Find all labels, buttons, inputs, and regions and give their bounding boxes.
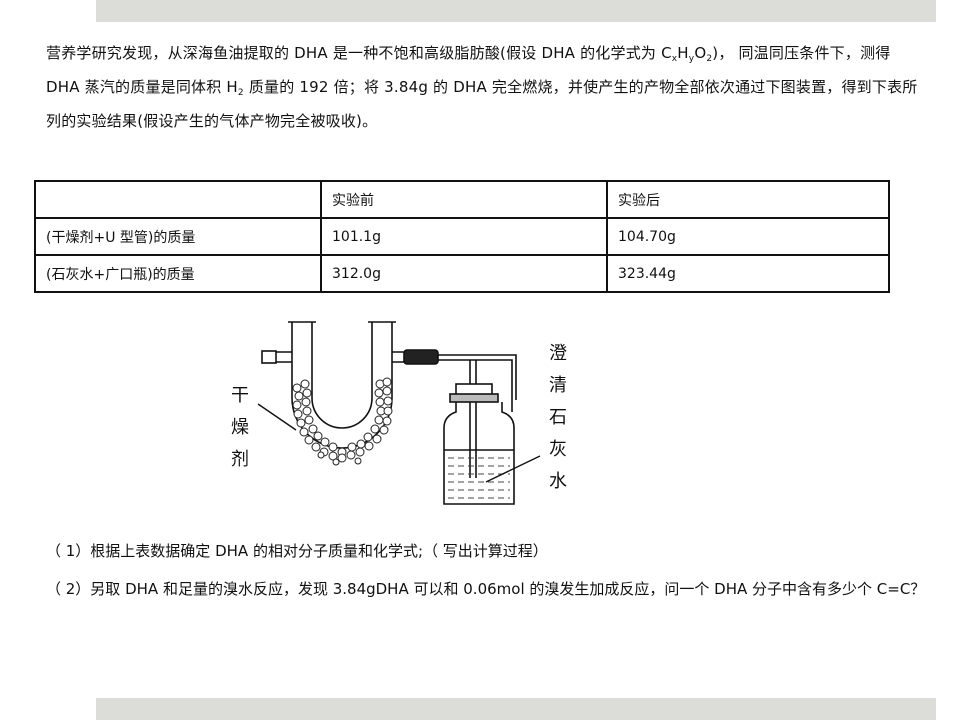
table-row: (干燥剂+U 型管)的质量 101.1g 104.70g (34, 217, 890, 256)
question-1: （ 1）根据上表数据确定 DHA 的相对分子质量和化学式;（ 写出计算过程） (46, 542, 548, 560)
intro-text-1: 营养学研究发现，从深海鱼油提取的 DHA 是一种不饱和高级脂肪酸(假设 DHA … (46, 44, 672, 62)
desiccant-label-char: 干 (231, 385, 249, 406)
gas-washing-bottle (443, 383, 515, 505)
bottom-decorative-bar (96, 698, 936, 720)
u-tube-outer-wall (291, 322, 393, 449)
u-tube-inner-wall (311, 322, 373, 429)
limewater-pointer-line (485, 455, 541, 483)
problem-intro: 营养学研究发现，从深海鱼油提取的 DHA 是一种不饱和高级脂肪酸(假设 DHA … (46, 36, 926, 138)
table-cell: (石灰水+广口瓶)的质量 (34, 254, 322, 293)
bottle-stopper (449, 393, 499, 403)
left-stopper (261, 350, 277, 364)
limewater-label-char: 水 (549, 471, 567, 492)
results-table: 实验前 实验后 (干燥剂+U 型管)的质量 101.1g 104.70g (石灰… (34, 180, 890, 293)
question-2: （ 2）另取 DHA 和足量的溴水反应，发现 3.84gDHA 可以和 0.06… (46, 580, 926, 598)
desiccant-label-char: 燥 (231, 417, 249, 438)
u-tube-side-arms (261, 349, 517, 478)
desiccant-granules (292, 377, 393, 466)
limewater-liquid (448, 457, 510, 499)
desiccant-label-char: 剂 (231, 449, 249, 470)
table-header-cell (34, 180, 322, 219)
table-cell: (干燥剂+U 型管)的质量 (34, 217, 322, 256)
formula-o: O (694, 44, 707, 62)
desiccant-label: 干 燥 剂 (228, 380, 252, 476)
delivery-tube (438, 354, 517, 400)
rubber-connector (403, 349, 439, 365)
bottle-stopper-cap (455, 383, 493, 397)
limewater-label-char: 澄 (549, 343, 567, 364)
top-decorative-bar (96, 0, 936, 22)
bottle-body (443, 402, 515, 505)
table-header-row: 实验前 实验后 (34, 180, 890, 219)
table-header-cell: 实验后 (606, 180, 890, 219)
limewater-label: 澄 清 石 灰 水 (546, 338, 570, 498)
table-header-cell: 实验前 (320, 180, 608, 219)
table-cell: 101.1g (320, 217, 608, 256)
limewater-label-char: 清 (549, 375, 567, 396)
u-tube (288, 321, 396, 449)
desiccant-pointer-line (257, 403, 297, 431)
left-side-arm (276, 351, 292, 363)
table-cell: 323.44g (606, 254, 890, 293)
formula-h: H (677, 44, 689, 62)
limewater-label-char: 灰 (549, 439, 567, 460)
right-side-arm (392, 351, 412, 363)
table-cell: 104.70g (606, 217, 890, 256)
table-row: (石灰水+广口瓶)的质量 312.0g 323.44g (34, 254, 890, 293)
limewater-label-char: 石 (549, 407, 567, 428)
table-cell: 312.0g (320, 254, 608, 293)
